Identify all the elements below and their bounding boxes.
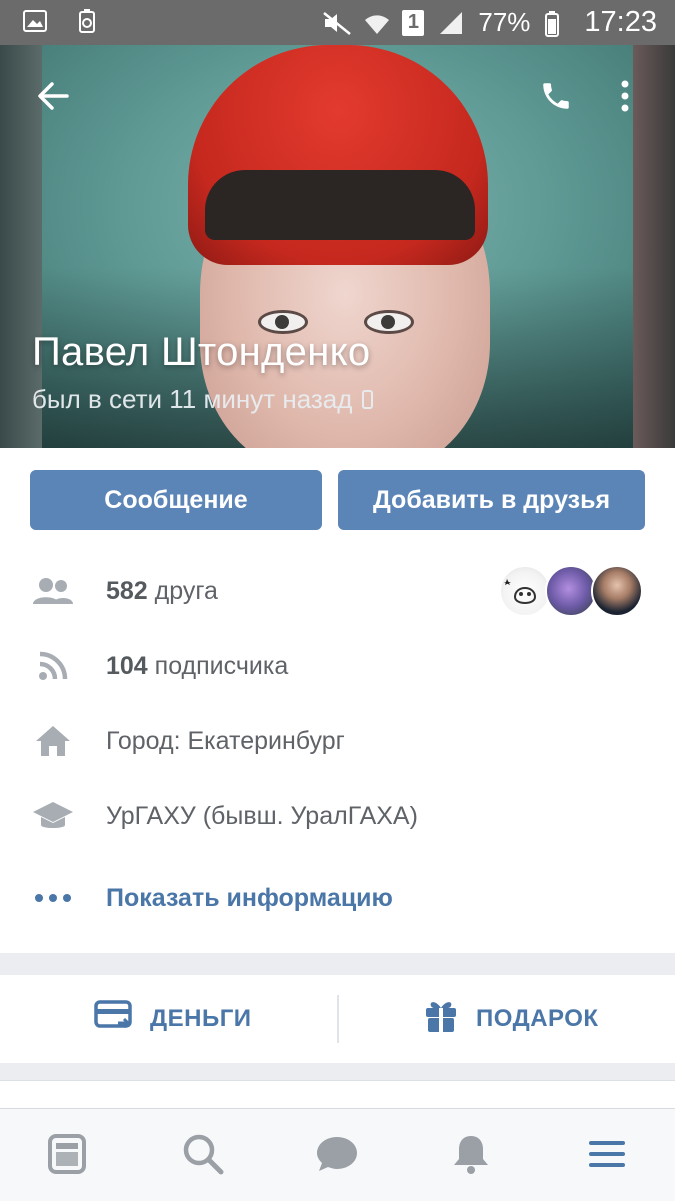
friends-count-text: 582 друга (106, 577, 218, 606)
mobile-device-icon (362, 390, 374, 409)
tab-notifications[interactable] (446, 1131, 496, 1181)
money-button[interactable]: ДЕНЬГИ (94, 975, 252, 1063)
battery-percent: 77% (478, 7, 531, 37)
gift-label: ПОДАРОК (476, 1005, 599, 1032)
divider (337, 995, 339, 1043)
gallery-icon (22, 8, 48, 34)
bottom-navigation (0, 1108, 675, 1201)
tab-search[interactable] (178, 1131, 228, 1181)
phone-icon (539, 79, 573, 118)
friends-count: 582 (106, 576, 148, 605)
clock: 17:23 (584, 6, 657, 38)
sim-slot-indicator: 1 (402, 9, 425, 36)
gift-icon (424, 998, 458, 1041)
profile-header-bar (0, 45, 675, 149)
back-button[interactable] (30, 75, 76, 121)
back-arrow-icon (36, 81, 70, 116)
notifications-icon (451, 1133, 491, 1180)
last-seen-text: был в сети 11 минут назад (32, 384, 353, 414)
gift-button[interactable]: ПОДАРОК (424, 975, 599, 1063)
money-gift-panel: ДЕНЬГИ ПОДАРОК (0, 975, 675, 1063)
avatar[interactable] (591, 565, 643, 617)
rss-icon (32, 645, 74, 687)
city-text: Город: Екатеринбург (106, 726, 345, 755)
city-row: Город: Екатеринбург (0, 711, 675, 771)
messages-icon (315, 1134, 359, 1179)
education-text: УрГАХУ (бывш. УралГАХА) (106, 801, 418, 830)
send-message-button[interactable]: Сообщение (30, 470, 322, 530)
more-dots-icon (32, 877, 74, 919)
next-section-edge (0, 1080, 675, 1109)
friends-icon (32, 570, 74, 612)
wifi-icon (362, 10, 390, 36)
battery-icon (544, 10, 570, 37)
profile-name: Павел Штонденко (32, 330, 371, 374)
home-icon (32, 720, 74, 762)
recycle-icon (74, 8, 100, 34)
friends-label: друга (147, 576, 218, 605)
call-button[interactable] (533, 75, 579, 121)
profile-info-card: Сообщение Добавить в друзья 582 друга 10… (0, 448, 675, 953)
signal-icon (438, 10, 464, 36)
followers-count-text: 104 подписчика (106, 652, 288, 681)
photo-hair (205, 170, 475, 240)
news-icon (47, 1133, 87, 1180)
followers-count: 104 (106, 651, 148, 680)
menu-icon (587, 1137, 627, 1176)
tab-menu[interactable] (582, 1131, 632, 1181)
avatar[interactable] (545, 565, 597, 617)
education-row: УрГАХУ (бывш. УралГАХА) (0, 786, 675, 846)
profile-last-seen: был в сети 11 минут назад (32, 384, 374, 415)
avatar[interactable] (499, 565, 551, 617)
add-friend-button[interactable]: Добавить в друзья (338, 470, 645, 530)
money-label: ДЕНЬГИ (150, 1005, 252, 1032)
followers-label: подписчика (147, 651, 289, 680)
show-info-link[interactable]: Показать информацию (106, 884, 393, 913)
kebab-menu-icon (621, 80, 629, 117)
money-transfer-icon (94, 999, 132, 1040)
show-info-row[interactable]: Показать информацию (0, 868, 675, 928)
status-bar: 1 77% 17:23 (0, 0, 675, 45)
graduation-cap-icon (32, 795, 74, 837)
more-options-button[interactable] (610, 75, 640, 121)
mute-icon (322, 10, 352, 36)
friends-avatar-stack[interactable] (499, 565, 645, 617)
photo-eye-right (364, 310, 414, 334)
tab-messages[interactable] (312, 1131, 362, 1181)
tab-news[interactable] (42, 1131, 92, 1181)
search-icon (182, 1133, 224, 1180)
followers-row[interactable]: 104 подписчика (0, 636, 675, 696)
